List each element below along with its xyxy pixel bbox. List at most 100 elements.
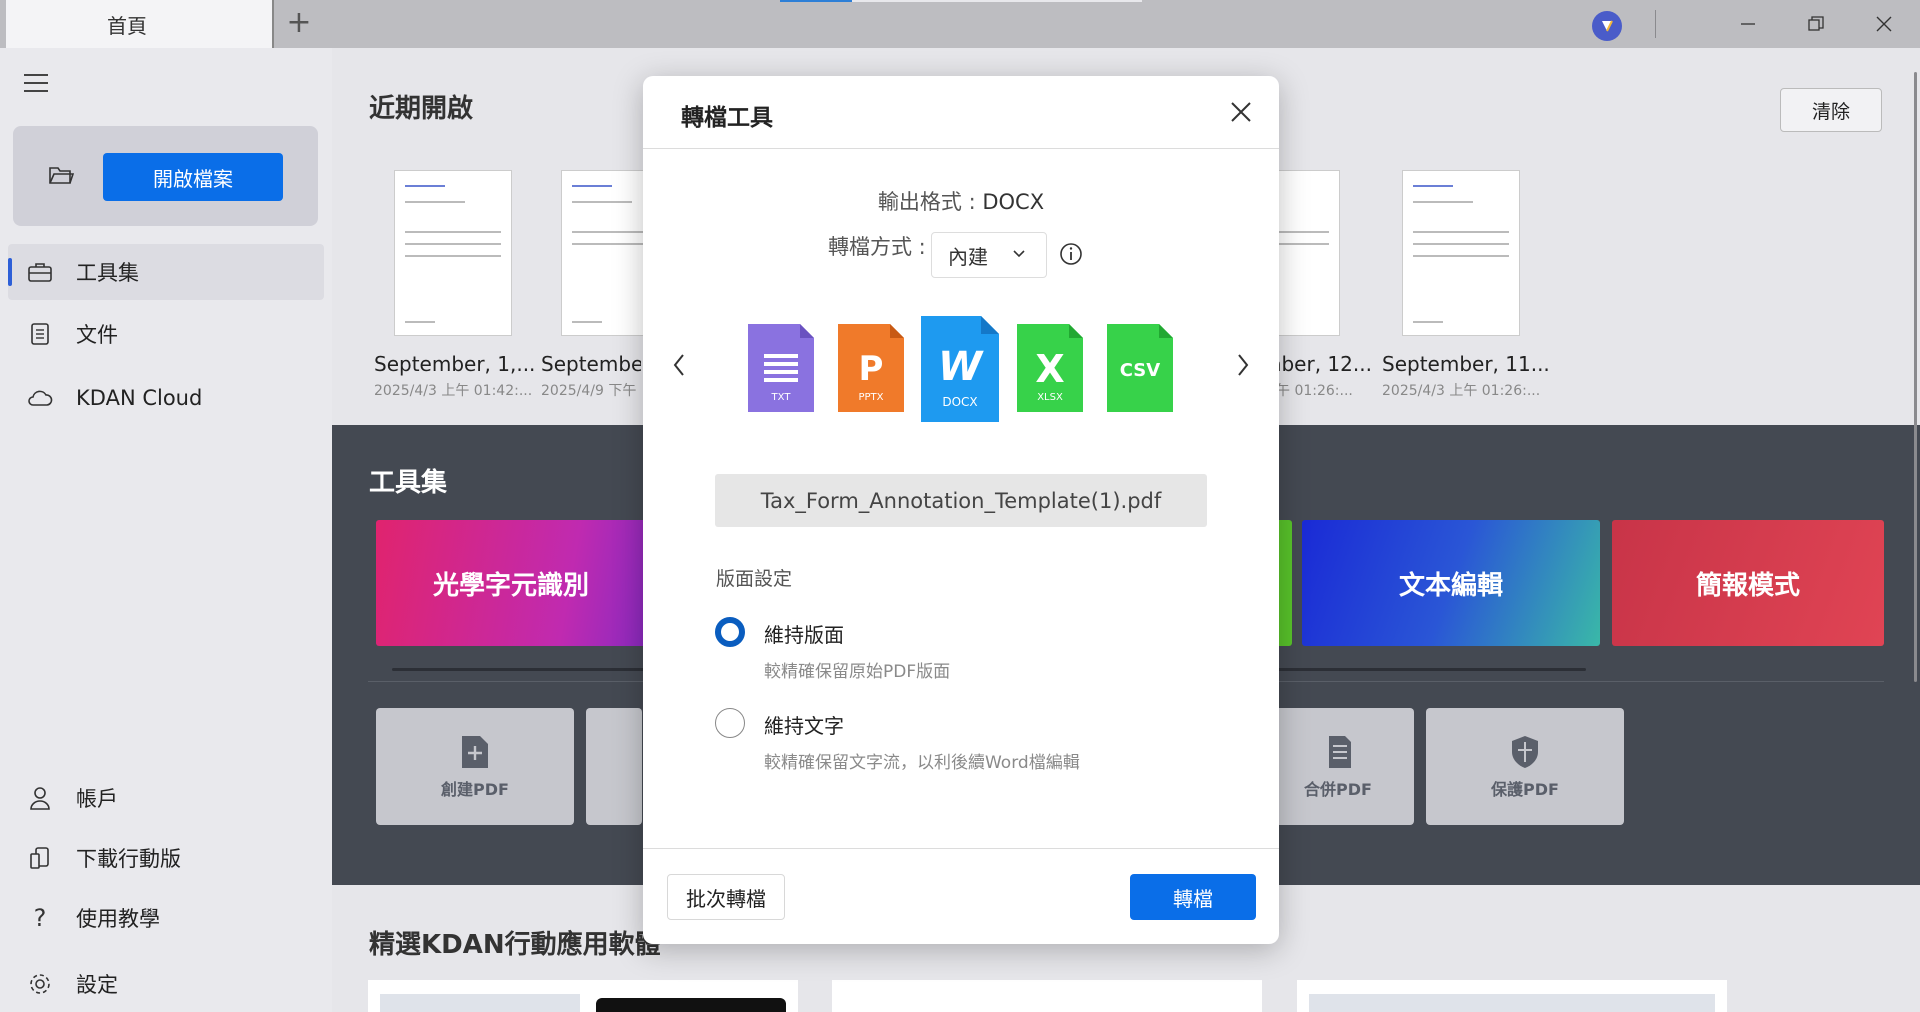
doc-date: 2025/4/3 上午 01:42:... xyxy=(374,383,533,399)
sidebar-item-tutorial[interactable]: ? 使用教學 xyxy=(8,890,324,946)
chevron-right-icon[interactable] xyxy=(1233,352,1253,378)
info-icon[interactable] xyxy=(1059,242,1083,266)
sidebar-item-kdan-cloud[interactable]: KDAN Cloud xyxy=(8,370,324,426)
option-label: 維持版面 xyxy=(764,623,844,647)
format-xlsx[interactable]: X XLSX xyxy=(1015,322,1085,418)
sidebar-item-documents[interactable]: 文件 xyxy=(8,306,324,362)
close-icon[interactable] xyxy=(1227,98,1255,126)
format-txt[interactable]: TXT xyxy=(746,322,816,418)
tool-label: 合併PDF xyxy=(1304,779,1372,799)
loading-progress-fill xyxy=(780,0,853,2)
chevron-left-icon[interactable] xyxy=(669,352,689,378)
open-file-button[interactable]: 開啟檔案 xyxy=(103,153,283,201)
recent-doc-card[interactable]: September, 1,... 2025/4/3 上午 01:42:... xyxy=(374,170,544,400)
format-label: TXT xyxy=(771,392,792,403)
format-label: XLSX xyxy=(1037,392,1063,403)
format-label: PPTX xyxy=(858,392,883,403)
tool-label: 保護PDF xyxy=(1491,779,1559,799)
radio-keep-layout[interactable] xyxy=(715,617,745,647)
option-description: 較精確保留文字流，以利後續Word檔編輯 xyxy=(764,753,1080,773)
mobile-icon xyxy=(26,844,54,872)
tile-ocr[interactable]: 光學字元識別 xyxy=(376,520,646,646)
app-card[interactable] xyxy=(1297,980,1727,1012)
clear-button[interactable]: 清除 xyxy=(1780,88,1882,132)
svg-text:W: W xyxy=(938,344,984,390)
tool-create-pdf[interactable]: 創建PDF xyxy=(376,708,574,825)
recent-doc-card[interactable]: Septembe 2025/4/9 下午 xyxy=(541,170,679,400)
recent-doc-card[interactable]: September, 11... 2025/4/3 上午 01:26:... xyxy=(1382,170,1552,400)
sidebar-item-label: KDAN Cloud xyxy=(76,386,203,410)
sidebar-item-account[interactable]: 帳戶 xyxy=(8,770,324,826)
doc-date: 2025/4/3 上午 01:26:... xyxy=(1382,383,1541,399)
sidebar-item-label: 文件 xyxy=(76,323,118,347)
file-name-field: Tax_Form_Annotation_Template(1).pdf xyxy=(715,474,1207,527)
help-icon: ? xyxy=(33,904,47,932)
new-tab-button[interactable]: + xyxy=(283,8,315,40)
option-label: 維持文字 xyxy=(764,714,844,738)
tile-presentation-mode[interactable]: 簡報模式 xyxy=(1612,520,1884,646)
minimize-icon xyxy=(1741,23,1755,25)
svg-text:X: X xyxy=(1035,347,1064,391)
dialog-divider xyxy=(643,148,1279,149)
format-docx[interactable]: W DOCX xyxy=(919,314,1001,428)
doc-date: 2025/4/9 下午 xyxy=(541,383,637,399)
txt-file-icon: TXT xyxy=(748,324,814,412)
title-bar: 首頁 + xyxy=(0,0,1920,48)
titlebar-divider xyxy=(1655,10,1656,38)
pptx-file-icon: P PPTX xyxy=(838,324,904,412)
restore-icon xyxy=(1808,16,1824,31)
create-pdf-icon xyxy=(462,735,488,768)
app-card[interactable] xyxy=(368,980,798,1012)
dialog-title: 轉檔工具 xyxy=(681,105,773,131)
tab-home[interactable]: 首頁 xyxy=(6,0,274,48)
method-value: 內建 xyxy=(948,244,988,269)
recent-title: 近期開啟 xyxy=(369,94,474,124)
tool-partial[interactable] xyxy=(586,708,642,825)
method-label: 轉檔方式 : xyxy=(828,235,926,259)
layout-settings-title: 版面設定 xyxy=(716,568,793,590)
method-select[interactable]: 內建 xyxy=(931,232,1047,278)
xlsx-file-icon: X XLSX xyxy=(1017,324,1083,412)
docx-file-icon: W DOCX xyxy=(921,316,999,422)
main-scrollbar[interactable] xyxy=(1914,72,1917,682)
sidebar-item-settings[interactable]: 設定 xyxy=(8,956,324,1012)
format-label: DOCX xyxy=(942,395,977,409)
format-pptx[interactable]: P PPTX xyxy=(836,322,906,418)
user-avatar-icon[interactable] xyxy=(1592,11,1622,41)
doc-thumbnail xyxy=(1402,170,1520,336)
convert-button[interactable]: 轉檔 xyxy=(1130,874,1256,920)
gear-icon xyxy=(26,970,54,998)
sidebar-item-label: 工具集 xyxy=(76,261,139,285)
tile-text-edit[interactable]: 文本編輯 xyxy=(1302,520,1600,646)
apps-title: 精選KDAN行動應用軟體 xyxy=(369,930,661,960)
sidebar-item-label: 使用教學 xyxy=(76,907,160,931)
menu-icon[interactable] xyxy=(24,74,48,92)
output-format-value: DOCX xyxy=(982,190,1045,214)
output-format-label: 輸出格式 : xyxy=(877,190,983,214)
batch-convert-button[interactable]: 批次轉檔 xyxy=(667,874,785,920)
close-window-button[interactable] xyxy=(1850,0,1918,48)
sidebar-item-label: 下載行動版 xyxy=(76,847,181,871)
minimize-button[interactable] xyxy=(1714,0,1782,48)
close-icon xyxy=(1876,16,1892,32)
tool-protect-pdf[interactable]: 保護PDF xyxy=(1426,708,1624,825)
sidebar: 開啟檔案 工具集 文件 KDAN Cloud 帳戶 下載行動版 ? 使用教學 設… xyxy=(0,48,332,1012)
output-format: 輸出格式 : DOCX xyxy=(643,186,1279,216)
doc-name: Septembe xyxy=(541,352,641,376)
csv-file-icon: CSV xyxy=(1107,324,1173,412)
app-card[interactable] xyxy=(832,980,1262,1012)
svg-text:P: P xyxy=(859,349,884,389)
protect-pdf-icon xyxy=(1512,735,1538,768)
tool-label: 創建PDF xyxy=(441,779,509,799)
format-csv[interactable]: CSV xyxy=(1105,322,1175,418)
document-icon xyxy=(26,320,54,348)
sidebar-item-download-mobile[interactable]: 下載行動版 xyxy=(8,830,324,886)
merge-pdf-icon xyxy=(1329,735,1351,768)
tool-merge-pdf[interactable]: 合併PDF xyxy=(1262,708,1414,825)
sidebar-item-tools[interactable]: 工具集 xyxy=(8,244,324,300)
radio-keep-text[interactable] xyxy=(715,708,745,738)
folder-icon[interactable] xyxy=(48,164,74,186)
cloud-icon xyxy=(26,384,54,412)
doc-name: September, 11... xyxy=(1382,352,1550,376)
restore-button[interactable] xyxy=(1782,0,1850,48)
